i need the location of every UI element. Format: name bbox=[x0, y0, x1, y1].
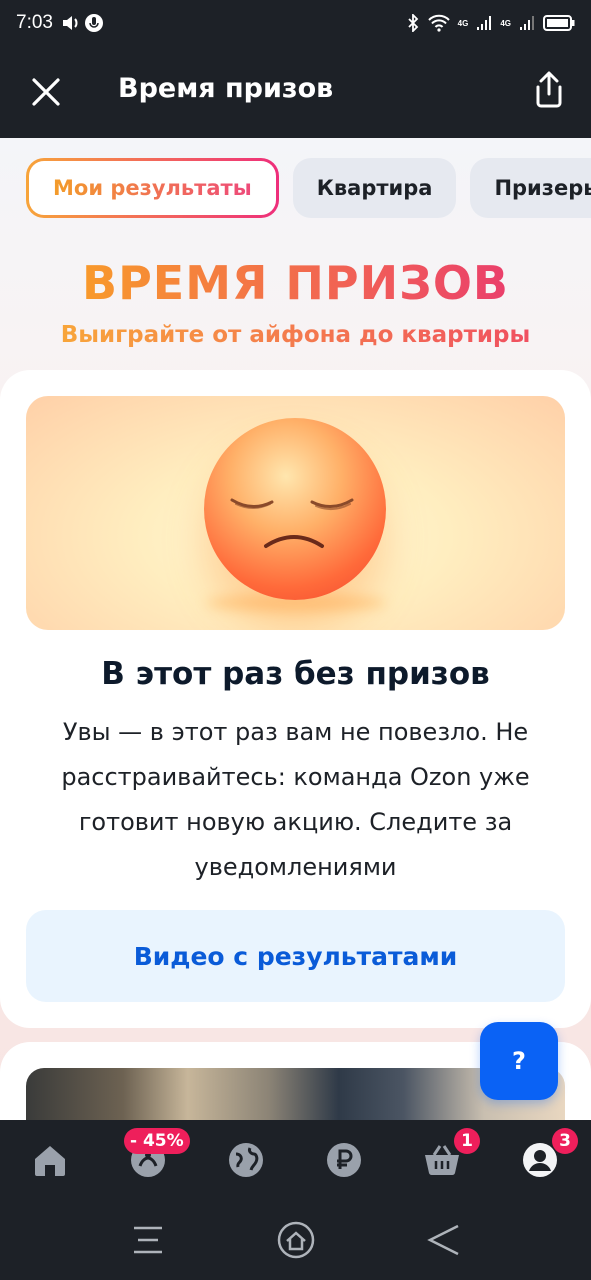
network-label-1: 4G bbox=[457, 18, 469, 28]
battery-icon bbox=[543, 15, 575, 31]
share-icon bbox=[536, 71, 562, 108]
mic-icon bbox=[84, 14, 103, 32]
main-content[interactable]: Мои результаты Квартира Призеры ВРЕМЯ ПР… bbox=[0, 138, 591, 1120]
wifi-icon bbox=[427, 14, 450, 32]
tab-label: Квартира bbox=[316, 176, 433, 200]
back-button[interactable] bbox=[424, 1220, 464, 1260]
status-right-icons: 4G 4G bbox=[406, 14, 575, 32]
share-button[interactable] bbox=[529, 70, 569, 110]
bottom-nav: - 45% 1 3 bbox=[0, 1120, 591, 1200]
signal-icon bbox=[477, 16, 492, 30]
tab-apartment[interactable]: Квартира bbox=[292, 158, 457, 218]
close-icon bbox=[32, 78, 60, 106]
cart-badge: 1 bbox=[454, 1128, 480, 1154]
globe-icon bbox=[229, 1143, 263, 1177]
house-circle-icon bbox=[277, 1221, 315, 1259]
emoji-banner bbox=[26, 396, 565, 630]
nav-finance[interactable] bbox=[324, 1140, 364, 1180]
help-button[interactable]: ? bbox=[480, 1022, 558, 1100]
home-button[interactable] bbox=[276, 1220, 316, 1260]
volume-icon bbox=[62, 16, 78, 30]
status-bar: 7:03 4G 4G bbox=[0, 0, 591, 46]
tab-label: Мои результаты bbox=[53, 176, 252, 200]
close-button[interactable] bbox=[26, 72, 66, 112]
hero-subtitle: Выиграйте от айфона до квартиры bbox=[0, 322, 591, 348]
nav-global[interactable] bbox=[226, 1140, 266, 1180]
bluetooth-icon bbox=[408, 14, 418, 32]
hero-title: ВРЕМЯ ПРИЗОВ bbox=[0, 256, 591, 310]
nav-home[interactable] bbox=[30, 1140, 70, 1180]
result-title: В этот раз без призов bbox=[101, 656, 490, 692]
tab-label: Призеры bbox=[494, 176, 591, 200]
home-icon bbox=[35, 1146, 65, 1176]
discount-badge: - 45% bbox=[124, 1128, 190, 1154]
ruble-icon bbox=[327, 1143, 361, 1177]
tab-my-results[interactable]: Мои результаты bbox=[26, 158, 279, 218]
signal-icon bbox=[520, 16, 534, 30]
menu-lines-icon bbox=[134, 1226, 162, 1254]
back-chevron-icon bbox=[427, 1224, 459, 1256]
result-card: В этот раз без призов Увы — в этот раз в… bbox=[0, 370, 591, 1028]
page-title: Время призов bbox=[118, 73, 334, 104]
app-header: Время призов bbox=[0, 46, 591, 138]
profile-badge: 3 bbox=[552, 1128, 578, 1154]
tab-winners[interactable]: Призеры bbox=[470, 158, 591, 218]
result-description: Увы — в этот раз вам не повезло. Не расс… bbox=[61, 718, 530, 881]
system-nav-bar bbox=[0, 1200, 591, 1280]
profile-icon bbox=[523, 1143, 557, 1177]
recent-apps-button[interactable] bbox=[128, 1220, 168, 1260]
network-label-2: 4G bbox=[500, 18, 511, 28]
status-time: 7:03 bbox=[16, 12, 53, 33]
hero-subtitle-text: Выиграйте от айфона до квартиры bbox=[60, 322, 531, 348]
pensive-face-features bbox=[230, 498, 354, 548]
video-results-button[interactable]: Видео с результатами bbox=[26, 910, 565, 1002]
hero-title-text: ВРЕМЯ ПРИЗОВ bbox=[82, 256, 509, 310]
tab-bar: Мои результаты Квартира Призеры bbox=[26, 158, 591, 218]
status-left-icons bbox=[61, 14, 103, 32]
pensive-face-emoji bbox=[204, 418, 386, 600]
